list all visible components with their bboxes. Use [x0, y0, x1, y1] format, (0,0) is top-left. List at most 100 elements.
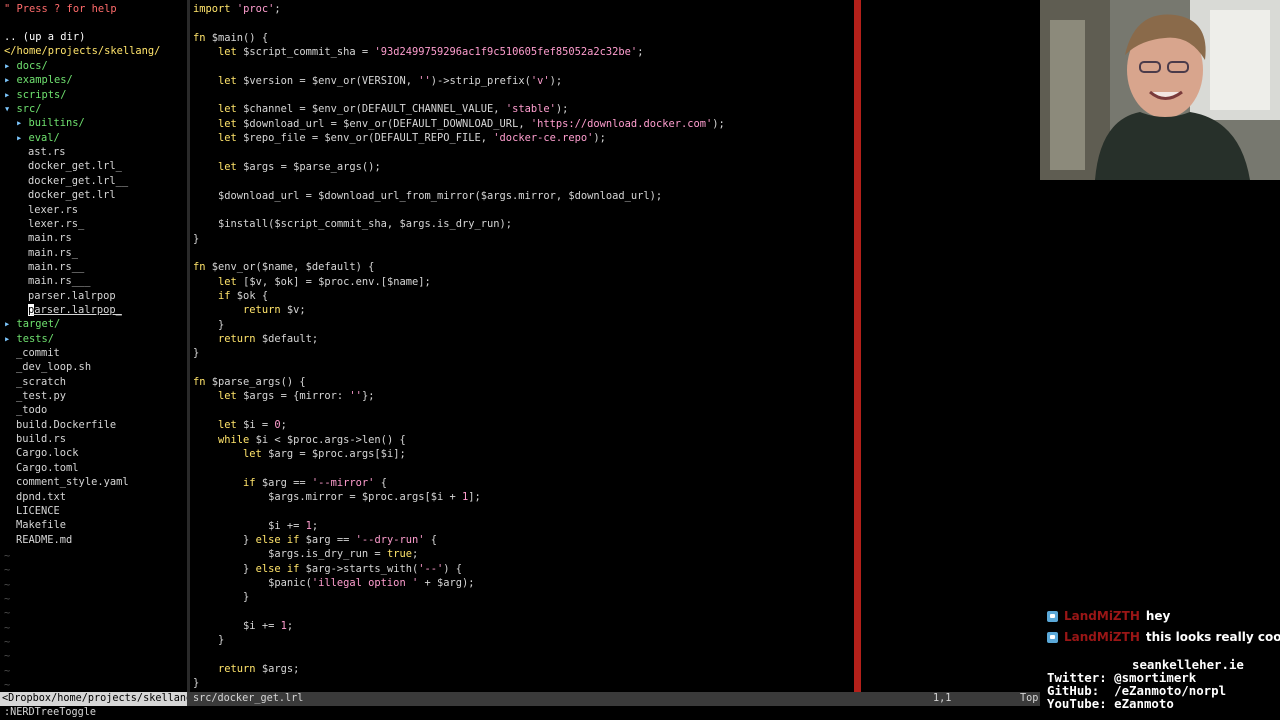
tree-file[interactable]: docker_get.lrl__	[28, 174, 128, 188]
code-token: $version = $env_or(VERSION,	[236, 74, 419, 87]
tree-file[interactable]: _todo	[16, 403, 47, 417]
tree-folder[interactable]: ▸ target/	[4, 317, 60, 331]
code-line[interactable]: return $args;	[193, 662, 299, 676]
code-line[interactable]: fn $main() {	[193, 31, 268, 45]
code-line[interactable]: }	[193, 346, 199, 360]
keyword-token: return	[218, 333, 256, 346]
code-line[interactable]: }	[193, 590, 249, 604]
code-editor[interactable]: import 'proc'; fn $main() { let $script_c…	[193, 0, 1033, 692]
tree-folder[interactable]: ▾ src/	[4, 102, 42, 116]
collapsed-arrow-icon[interactable]: ▸	[4, 89, 17, 101]
keyword-token: let	[218, 160, 237, 173]
tree-file[interactable]: ast.rs	[28, 145, 66, 159]
tree-folder[interactable]: ▸ tests/	[4, 332, 54, 346]
tree-entry-name: main.rs__	[28, 260, 85, 273]
code-line[interactable]: let $repo_file = $env_or(DEFAULT_REPO_FI…	[193, 131, 606, 145]
tree-folder[interactable]: ▸ examples/	[4, 73, 73, 87]
string-token: '--dry-run'	[355, 533, 425, 546]
tree-file[interactable]: main.rs___	[28, 274, 91, 288]
code-line[interactable]: let $version = $env_or(VERSION, '')->str…	[193, 74, 562, 88]
tree-file[interactable]: lexer.rs	[28, 203, 78, 217]
tree-file[interactable]: docker_get.lrl_	[28, 159, 122, 173]
collapsed-arrow-icon[interactable]: ▸	[4, 333, 17, 345]
status-line: <Dropbox/home/projects/skellang src/dock…	[0, 692, 1040, 706]
collapsed-arrow-icon[interactable]: ▸	[16, 132, 29, 144]
tree-file[interactable]: LICENCE	[16, 504, 60, 518]
code-line[interactable]: fn $parse_args() {	[193, 375, 306, 389]
tree-file[interactable]: lexer.rs_	[28, 217, 84, 231]
tree-folder[interactable]: ▸ eval/	[16, 131, 60, 145]
tree-file[interactable]: _scratch	[16, 375, 66, 389]
command-line[interactable]: :NERDTreeToggle	[4, 706, 96, 720]
code-line[interactable]: }	[193, 676, 199, 690]
tree-file[interactable]: comment_style.yaml	[16, 475, 129, 489]
keyword-token: let	[218, 74, 237, 87]
code-line[interactable]: fn $env_or($name, $default) {	[193, 260, 374, 274]
code-line[interactable]: $i += 1;	[193, 519, 318, 533]
code-line[interactable]: let $args = {mirror: ''};	[193, 389, 374, 403]
tree-file[interactable]: Makefile	[16, 518, 66, 532]
code-line[interactable]: let $script_commit_sha = '93d2499759296a…	[193, 45, 643, 59]
tree-entry-name: Makefile	[16, 519, 67, 532]
tree-file[interactable]: parser.lalrpop_	[28, 303, 122, 317]
collapsed-arrow-icon[interactable]: ▸	[4, 60, 17, 72]
tree-folder[interactable]: ▸ docs/	[4, 59, 48, 73]
code-line[interactable]: let $download_url = $env_or(DEFAULT_DOWN…	[193, 117, 725, 131]
tree-root-path[interactable]: </home/projects/skellang/	[4, 44, 160, 58]
code-line[interactable]: let $args = $parse_args();	[193, 160, 381, 174]
code-line[interactable]: $install($script_commit_sha, $args.is_dr…	[193, 217, 512, 231]
code-line[interactable]: return $v;	[193, 303, 306, 317]
file-tree-panel[interactable]: " Press ? for help .. (up a dir) </home/…	[0, 0, 187, 692]
tree-up-dir[interactable]: .. (up a dir)	[4, 30, 85, 44]
code-line[interactable]: let $i = 0;	[193, 418, 287, 432]
code-line[interactable]: let [$v, $ok] = $proc.env.[$name];	[193, 275, 431, 289]
tree-folder[interactable]: ▸ builtins/	[16, 116, 85, 130]
code-line[interactable]: import 'proc';	[193, 2, 281, 16]
code-line[interactable]: $i += 1;	[193, 619, 293, 633]
tree-file[interactable]: docker_get.lrl	[28, 188, 116, 202]
tree-entry-name: docs/	[16, 60, 48, 72]
code-line[interactable]: let $arg = $proc.args[$i];	[193, 447, 406, 461]
code-line[interactable]: } else if $arg == '--dry-run' {	[193, 533, 437, 547]
code-line[interactable]: }	[193, 633, 224, 647]
code-line[interactable]: while $i < $proc.args->len() {	[193, 433, 406, 447]
code-token: $install($script_commit_sha, $args.is_dr…	[193, 218, 513, 231]
tree-file[interactable]: _dev_loop.sh	[16, 360, 91, 374]
tree-file[interactable]: parser.lalrpop	[28, 289, 116, 303]
tree-file[interactable]: dpnd.txt	[16, 490, 66, 504]
tree-file[interactable]: README.md	[16, 533, 72, 547]
tree-file[interactable]: _test.py	[16, 389, 66, 403]
keyword-token: let	[218, 275, 237, 288]
tree-file[interactable]: _commit	[16, 346, 60, 360]
tree-folder[interactable]: ▸ scripts/	[4, 88, 67, 102]
collapsed-arrow-icon[interactable]: ▸	[4, 74, 17, 86]
keyword-token: if	[218, 290, 231, 302]
code-line[interactable]: if $ok {	[193, 289, 268, 303]
code-line[interactable]: $args.mirror = $proc.args[$i + 1];	[193, 490, 481, 504]
collapsed-arrow-icon[interactable]: ▸	[4, 318, 17, 330]
code-line[interactable]: }	[193, 232, 199, 246]
code-line[interactable]: $args.is_dry_run = true;	[193, 547, 418, 561]
tree-file[interactable]: build.Dockerfile	[16, 418, 116, 432]
code-line[interactable]: if $arg == '--mirror' {	[193, 476, 387, 490]
code-line[interactable]: let $channel = $env_or(DEFAULT_CHANNEL_V…	[193, 102, 568, 116]
scroll-percent: Top	[1020, 693, 1039, 704]
tree-file[interactable]: build.rs	[16, 432, 66, 446]
collapsed-arrow-icon[interactable]: ▸	[16, 117, 29, 129]
code-line[interactable]: $download_url = $download_url_from_mirro…	[193, 189, 662, 203]
code-line[interactable]: } else if $arg->starts_with('--') {	[193, 562, 462, 576]
tree-file[interactable]: Cargo.lock	[16, 446, 79, 460]
tree-status-path: <Dropbox/home/projects/skellang	[0, 692, 187, 706]
expanded-arrow-icon[interactable]: ▾	[4, 103, 17, 115]
window-split-divider[interactable]	[187, 0, 190, 692]
chat-username: LandMiZTH	[1064, 609, 1140, 623]
code-line[interactable]: $panic('illegal option ' + $arg);	[193, 576, 474, 590]
code-line[interactable]: return $default;	[193, 332, 318, 346]
code-line[interactable]: }	[193, 318, 224, 332]
tree-file[interactable]: main.rs_	[28, 246, 78, 260]
tree-file[interactable]: main.rs__	[28, 260, 84, 274]
tree-file[interactable]: Cargo.toml	[16, 461, 79, 475]
tree-file[interactable]: main.rs	[28, 231, 72, 245]
